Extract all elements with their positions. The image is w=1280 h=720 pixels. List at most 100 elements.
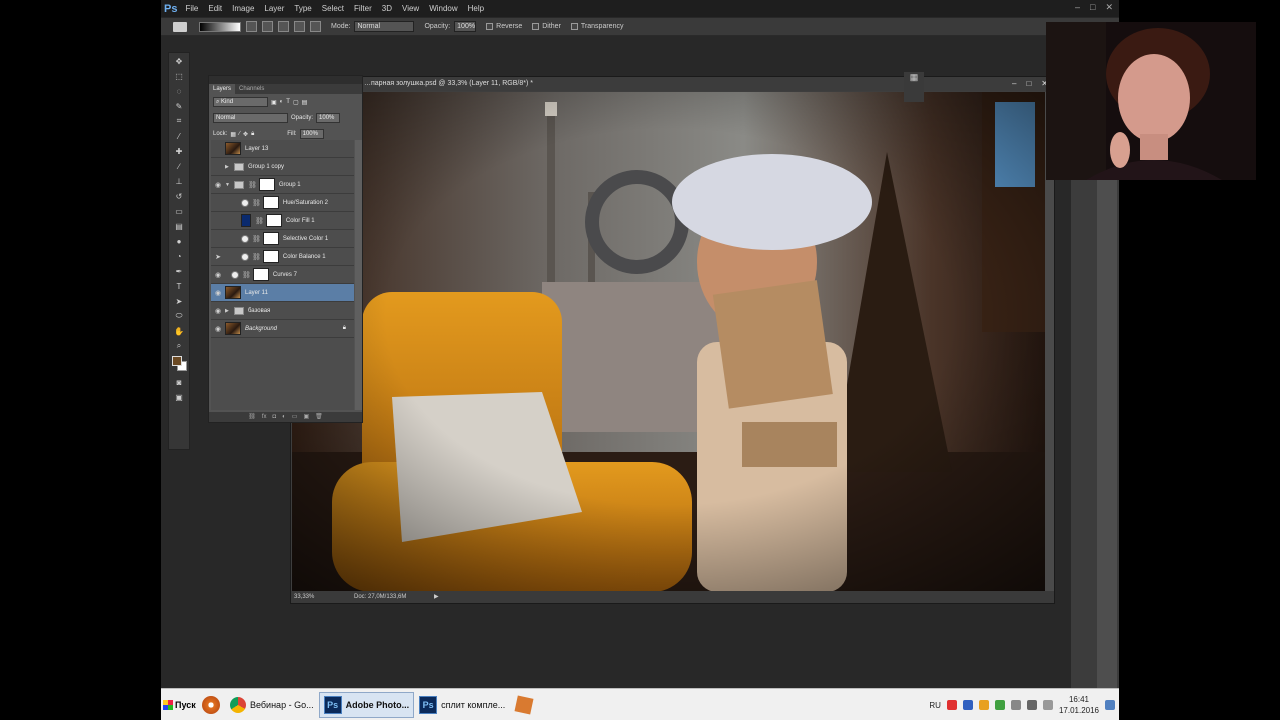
maximize-button[interactable]: □ — [1090, 2, 1095, 13]
menu-file[interactable]: File — [185, 4, 198, 13]
tray-app-icon[interactable] — [994, 700, 1005, 710]
menu-select[interactable]: Select — [322, 4, 344, 13]
brush-tool-icon[interactable]: ∕ — [170, 159, 188, 173]
app-icon[interactable] — [510, 692, 538, 718]
new-adjustment-icon[interactable]: ◐ — [282, 412, 286, 422]
clock[interactable]: 16:41 17.01.2016 — [1059, 694, 1099, 716]
close-button[interactable]: ✕ — [1105, 2, 1113, 13]
doc-minimize-button[interactable]: – — [1012, 77, 1016, 91]
screen-mode-icon[interactable]: ▣ — [170, 390, 188, 404]
panel-header[interactable] — [209, 76, 362, 84]
menu-image[interactable]: Image — [232, 4, 254, 13]
linear-gradient-button[interactable] — [246, 21, 257, 32]
tray-app-icon[interactable] — [946, 700, 957, 710]
expand-arrow-icon[interactable]: ▶ — [225, 308, 231, 314]
layers-scrollbar[interactable] — [355, 140, 362, 410]
visibility-toggle-icon[interactable]: ● — [211, 217, 225, 224]
start-button[interactable]: Пуск — [161, 692, 197, 718]
status-menu-arrow-icon[interactable]: ▶ — [434, 591, 439, 603]
layer-row[interactable]: ● ▶ Group 1 copy — [211, 158, 354, 176]
eye-icon[interactable]: ◉ — [211, 325, 225, 333]
gradient-tool-icon[interactable]: ▤ — [170, 219, 188, 233]
dodge-tool-icon[interactable]: ◔ — [170, 249, 188, 263]
layer-row[interactable]: ● ⛓ Hue/Saturation 2 — [211, 194, 354, 212]
menu-layer[interactable]: Layer — [264, 4, 284, 13]
foreground-color-swatch[interactable] — [172, 356, 182, 366]
eye-icon[interactable]: ◉ — [211, 289, 225, 297]
minimize-button[interactable]: – — [1075, 2, 1080, 13]
document-tab[interactable]: …парная золушка.psd @ 33,3% (Layer 11, R… — [291, 77, 1054, 91]
language-indicator[interactable]: RU — [929, 701, 941, 710]
canvas[interactable] — [292, 92, 1045, 592]
layer-row[interactable]: ◉ ⛓ Curves 7 — [211, 266, 354, 284]
lock-all-icon[interactable]: 🔒︎ — [251, 131, 254, 138]
menu-view[interactable]: View — [402, 4, 419, 13]
pen-tool-icon[interactable]: ✒ — [170, 264, 188, 278]
volume-icon[interactable] — [1042, 700, 1053, 710]
shape-tool-icon[interactable]: ⬭ — [170, 309, 188, 323]
fill-input[interactable]: 100% — [299, 129, 324, 139]
menu-3d[interactable]: 3D — [382, 4, 392, 13]
tray-battery-icon[interactable] — [1026, 700, 1037, 710]
new-group-icon[interactable]: ▭ — [292, 412, 298, 422]
crop-tool-icon[interactable]: ⌗ — [170, 114, 188, 128]
gradient-picker[interactable] — [199, 21, 241, 32]
hand-tool-icon[interactable]: ✋ — [170, 324, 188, 338]
blend-mode-select[interactable]: Normal — [213, 113, 288, 123]
zoom-tool-icon[interactable]: ⌕ — [170, 339, 188, 353]
tray-app-icon[interactable] — [978, 700, 989, 710]
visibility-toggle-icon[interactable]: ● — [211, 199, 225, 206]
link-layers-icon[interactable]: ⛓ — [248, 412, 256, 422]
path-select-tool-icon[interactable]: ➤ — [170, 294, 188, 308]
add-mask-icon[interactable]: ◘ — [273, 412, 277, 422]
taskbar-task-chrome[interactable]: Вебинар - Go... — [225, 692, 319, 718]
visibility-toggle-icon[interactable]: ● — [211, 235, 225, 242]
taskbar-task-photoshop[interactable]: Ps Adobe Photo... — [318, 691, 415, 718]
visibility-toggle-icon[interactable]: ● — [211, 163, 225, 170]
opacity-input[interactable]: 100% — [454, 21, 477, 32]
layer-row-selected[interactable]: ◉ Layer 11 — [211, 284, 354, 302]
layer-row[interactable]: ● ⛓ Selective Color 1 — [211, 230, 354, 248]
eyedropper-tool-icon[interactable]: ⁄ — [170, 129, 188, 143]
expand-arrow-icon[interactable]: ▶ — [225, 164, 231, 170]
diamond-gradient-button[interactable] — [310, 21, 321, 32]
reflected-gradient-button[interactable] — [294, 21, 305, 32]
show-desktop-icon[interactable] — [1105, 700, 1115, 710]
lock-transparent-icon[interactable]: ▦ — [230, 131, 236, 138]
filter-type-icon[interactable]: T — [286, 99, 290, 105]
clone-stamp-tool-icon[interactable]: ⊥ — [170, 174, 188, 188]
collapse-arrow-icon[interactable]: ▼ — [225, 182, 231, 188]
filter-smart-icon[interactable]: ▤ — [302, 99, 308, 106]
lock-move-icon[interactable]: ✥ — [243, 131, 248, 138]
filter-pixel-icon[interactable]: ▣ — [271, 99, 277, 106]
delete-layer-icon[interactable]: 🗑︎ — [315, 412, 323, 422]
panel-icon[interactable]: ▦ — [910, 72, 919, 82]
mini-panel[interactable]: ▦ — [904, 72, 924, 102]
history-brush-tool-icon[interactable]: ↺ — [170, 189, 188, 203]
tab-channels[interactable]: Channels — [235, 84, 268, 94]
taskbar-task-photoshop-2[interactable]: Ps сплит компле... — [414, 692, 510, 718]
lock-paint-icon[interactable]: ∕ — [239, 131, 240, 137]
zoom-level[interactable]: 33,33% — [294, 591, 354, 603]
mode-select[interactable]: Normal — [354, 21, 415, 32]
dither-checkbox[interactable]: Dither — [532, 23, 561, 30]
filter-adjustment-icon[interactable]: ◐ — [280, 99, 284, 105]
new-layer-icon[interactable]: ▣ — [303, 412, 309, 422]
eye-icon[interactable]: ◉ — [211, 271, 225, 279]
eye-icon[interactable]: ◉ — [211, 307, 225, 315]
marquee-tool-icon[interactable]: ⬚ — [170, 69, 188, 83]
visibility-toggle-icon[interactable]: ● — [211, 145, 225, 152]
eraser-tool-icon[interactable]: ▭ — [170, 204, 188, 218]
lasso-tool-icon[interactable]: ◌ — [170, 84, 188, 98]
doc-maximize-button[interactable]: □ — [1026, 77, 1031, 91]
tray-network-icon[interactable] — [962, 700, 973, 710]
tray-flag-icon[interactable] — [1010, 700, 1021, 710]
transparency-checkbox[interactable]: Transparency — [570, 23, 623, 30]
layer-opacity-input[interactable]: 100% — [316, 113, 341, 123]
layer-row[interactable]: ◉ Background 🔒︎ — [211, 320, 354, 338]
layer-row[interactable]: ● ⛓ Color Fill 1 — [211, 212, 354, 230]
menu-help[interactable]: Help — [468, 4, 484, 13]
radial-gradient-button[interactable] — [262, 21, 273, 32]
layer-row[interactable]: ◉ ▶ базовая — [211, 302, 354, 320]
reverse-checkbox[interactable]: Reverse — [486, 23, 522, 30]
